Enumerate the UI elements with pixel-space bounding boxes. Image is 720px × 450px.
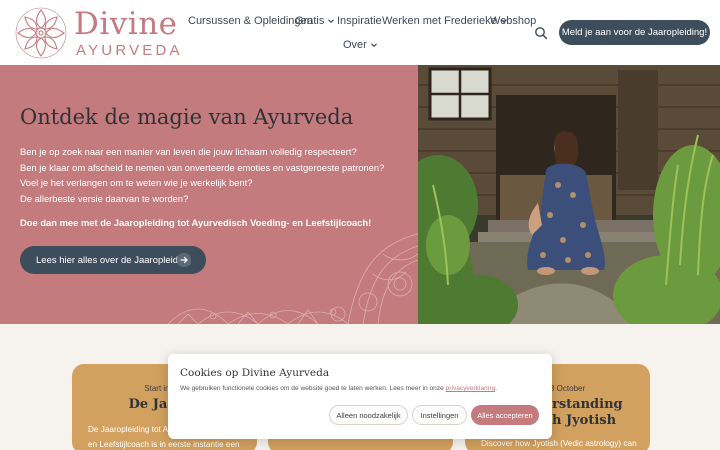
search-icon[interactable]	[534, 26, 548, 40]
logo[interactable]: Divine AYURVEDA	[14, 6, 180, 60]
hero-question: Ben je klaar om afscheid te nemen van on…	[20, 161, 385, 173]
cookie-settings-button[interactable]: Instellingen	[412, 405, 467, 425]
cookie-text: We gebruiken functionele cookies om de w…	[180, 385, 497, 392]
nav-item-label: Over	[343, 39, 367, 51]
nav-item-label: Werken met Frederieke	[382, 15, 497, 27]
nav-item-werken[interactable]: Werken met Frederieke	[382, 15, 508, 27]
chevron-down-icon	[328, 19, 335, 24]
read-more-button[interactable]: Lees hier alles over de Jaaropleiding	[20, 246, 206, 274]
cookie-title: Cookies op Divine Ayurveda	[180, 367, 330, 379]
hero-panel: Ontdek de magie van Ayurveda Ben je op z…	[0, 65, 418, 324]
cookie-dialog: Cookies op Divine Ayurveda We gebruiken …	[168, 354, 552, 439]
chevron-down-icon	[370, 43, 377, 48]
nav-item-label: Gratis	[295, 15, 325, 27]
hero-title: Ontdek de magie van Ayurveda	[20, 105, 354, 129]
nav-item-inspiratie[interactable]: Inspiratie	[337, 15, 382, 27]
cookie-necessary-button[interactable]: Alleen noodzakelijk	[329, 405, 408, 425]
lace-decoration	[168, 233, 418, 324]
nav-item-over[interactable]: Over	[343, 39, 378, 51]
nav-item-webshop[interactable]: Webshop	[490, 15, 536, 27]
cookie-accept-button[interactable]: Alles accepteren	[471, 405, 539, 425]
site-header: Divine AYURVEDA Cursussen & Opleidingen …	[0, 0, 720, 65]
read-more-label: Lees hier alles over de Jaaropleiding	[36, 254, 191, 266]
hero-questions: Ben je op zoek naar een manier van leven…	[20, 144, 384, 206]
hero-question: Ben je op zoek naar een manier van leven…	[20, 146, 357, 157]
logo-wordmark: Divine	[74, 6, 178, 42]
nav-item-label: Inspiratie	[337, 15, 382, 27]
hero-callout: Doe dan mee met de Jaaropleiding tot Ayu…	[20, 217, 372, 228]
signup-cta-button[interactable]: Meld je aan voor de Jaaropleiding!	[559, 20, 710, 45]
privacy-link[interactable]: privacyverklaring	[446, 385, 495, 392]
logo-subtitle: AYURVEDA	[76, 42, 183, 59]
arrow-right-icon	[177, 253, 191, 267]
nav-item-label: Webshop	[490, 15, 537, 27]
hero-question: Voel je het verlangen om te weten wie je…	[20, 177, 253, 188]
hero-question: De allerbeste versie daarvan te worden?	[20, 192, 189, 204]
cookie-text-body: We gebruiken functionele cookies om de w…	[180, 385, 444, 392]
cookie-text-end: .	[495, 385, 497, 392]
mandala-logo-icon	[15, 7, 67, 59]
hero-photo	[418, 65, 720, 324]
nav-item-gratis[interactable]: Gratis	[295, 15, 335, 27]
